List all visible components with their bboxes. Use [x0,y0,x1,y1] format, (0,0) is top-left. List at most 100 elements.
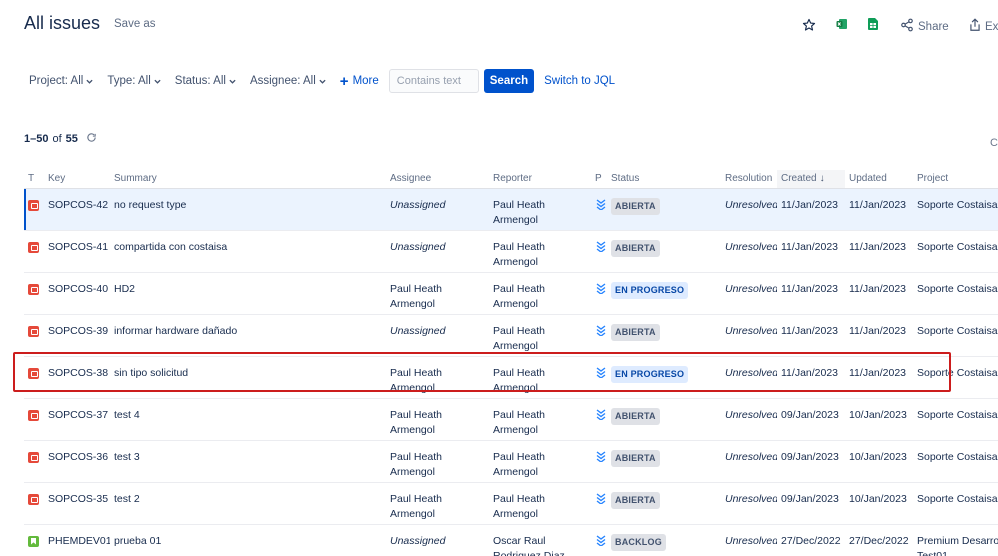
type-filter[interactable]: Type: All [107,75,161,87]
priority-cell [591,188,607,231]
col-type[interactable]: T [24,170,44,189]
issue-project: Premium Desarrollo Test01 [913,524,998,556]
issue-resolution: Unresolved [721,188,777,231]
priority-cell [591,356,607,399]
assignee-filter[interactable]: Assignee: All [250,75,326,87]
more-filters-button[interactable]: + More [340,74,379,89]
issue-created: 27/Dec/2022 [777,524,845,556]
status-badge: EN PROGRESO [611,365,689,383]
status-cell: EN PROGRESO [607,356,721,399]
status-cell: ABIERTA [607,482,721,525]
issue-summary[interactable]: test 2 [110,482,386,525]
issue-key[interactable]: SOPCOS-38 [44,356,110,399]
issue-key[interactable]: SOPCOS-37 [44,398,110,441]
issue-key[interactable]: SOPCOS-35 [44,482,110,525]
more-filters-label: More [352,75,379,87]
issue-updated: 11/Jan/2023 [845,314,913,357]
issue-assignee: Paul Heath Armengol [386,356,489,399]
issue-reporter: Paul Heath Armengol [489,398,591,441]
col-key[interactable]: Key [44,170,110,189]
share-button[interactable]: Share [900,18,949,35]
results-total: 55 [65,133,78,145]
table-row[interactable]: SOPCOS-35 test 2 Paul Heath Armengol Pau… [24,482,998,525]
table-row[interactable]: SOPCOS-39 informar hardware dañado Unass… [24,314,998,357]
issue-key[interactable]: SOPCOS-42 [44,188,110,231]
table-row[interactable]: SOPCOS-41 compartida con costaisa Unassi… [24,230,998,273]
switch-to-jql-link[interactable]: Switch to JQL [544,75,615,87]
status-badge: ABIERTA [611,197,660,215]
search-button[interactable]: Search [483,69,535,93]
issue-updated: 10/Jan/2023 [845,398,913,441]
excel-export-icon[interactable] [836,18,848,33]
issue-summary[interactable]: no request type [110,188,386,231]
table-row[interactable]: SOPCOS-42 no request type Unassigned Pau… [24,188,998,231]
table-row[interactable]: PHEMDEV01-3 prueba 01 Unassigned Oscar R… [24,524,998,556]
issue-summary[interactable]: test 3 [110,440,386,483]
columns-button-partial[interactable]: C [990,137,998,149]
search-input[interactable] [388,69,479,93]
sort-descending-icon: ↓ [819,173,825,185]
sheets-export-icon[interactable] [868,18,878,33]
col-status[interactable]: Status [607,170,721,189]
col-priority[interactable]: P [591,170,607,189]
issue-resolution: Unresolved [721,524,777,556]
table-row[interactable]: SOPCOS-37 test 4 Paul Heath Armengol Pau… [24,398,998,441]
issue-created: 11/Jan/2023 [777,356,845,399]
chevron-down-icon [319,79,326,84]
col-created[interactable]: Created ↓ [777,170,845,189]
issue-assignee: Unassigned [386,314,489,357]
issue-key[interactable]: SOPCOS-40 [44,272,110,315]
table-row[interactable]: SOPCOS-36 test 3 Paul Heath Armengol Pau… [24,440,998,483]
bug-icon [28,199,39,211]
status-filter[interactable]: Status: All [175,75,236,87]
issue-project: Soporte Costaisa [913,230,998,273]
issue-type-cell [24,482,44,525]
refresh-icon[interactable] [86,132,97,146]
table-row[interactable]: SOPCOS-40 HD2 Paul Heath Armengol Paul H… [24,272,998,315]
save-as-link[interactable]: Save as [114,18,156,30]
col-assignee[interactable]: Assignee [386,170,489,189]
issue-key[interactable]: SOPCOS-39 [44,314,110,357]
issue-type-cell [24,272,44,315]
project-filter[interactable]: Project: All [29,75,93,87]
issue-summary[interactable]: prueba 01 [110,524,386,556]
col-summary[interactable]: Summary [110,170,386,189]
issue-summary[interactable]: informar hardware dañado [110,314,386,357]
issue-key[interactable]: SOPCOS-36 [44,440,110,483]
priority-cell [591,230,607,273]
star-icon[interactable] [802,18,816,35]
issue-key[interactable]: PHEMDEV01-3 [44,524,110,556]
bug-icon [28,283,39,295]
priority-lowest-icon [596,534,606,546]
issue-summary[interactable]: HD2 [110,272,386,315]
issue-type-cell [24,314,44,357]
issue-summary[interactable]: sin tipo solicitud [110,356,386,399]
status-badge: ABIERTA [611,449,660,467]
priority-lowest-icon [596,324,606,336]
export-button[interactable]: Ex [969,18,998,35]
bug-icon [28,325,39,337]
status-badge: ABIERTA [611,491,660,509]
issue-summary[interactable]: compartida con costaisa [110,230,386,273]
issue-resolution: Unresolved [721,440,777,483]
priority-cell [591,440,607,483]
issue-summary[interactable]: test 4 [110,398,386,441]
issue-key[interactable]: SOPCOS-41 [44,230,110,273]
col-reporter[interactable]: Reporter [489,170,591,189]
results-of: of [52,133,62,145]
results-range: 1–50 [24,133,49,145]
issue-project: Soporte Costaisa [913,272,998,315]
issue-type-cell [24,188,44,231]
status-filter-label: Status: All [174,75,226,87]
story-icon [28,535,39,547]
priority-lowest-icon [596,240,606,252]
issue-created: 09/Jan/2023 [777,440,845,483]
col-resolution[interactable]: Resolution [721,170,777,189]
table-row[interactable]: SOPCOS-38 sin tipo solicitud Paul Heath … [24,356,998,399]
issue-updated: 10/Jan/2023 [845,440,913,483]
col-updated[interactable]: Updated [845,170,913,189]
issue-assignee: Paul Heath Armengol [386,482,489,525]
col-project[interactable]: Project [913,170,998,189]
share-icon [900,18,914,35]
issue-resolution: Unresolved [721,230,777,273]
